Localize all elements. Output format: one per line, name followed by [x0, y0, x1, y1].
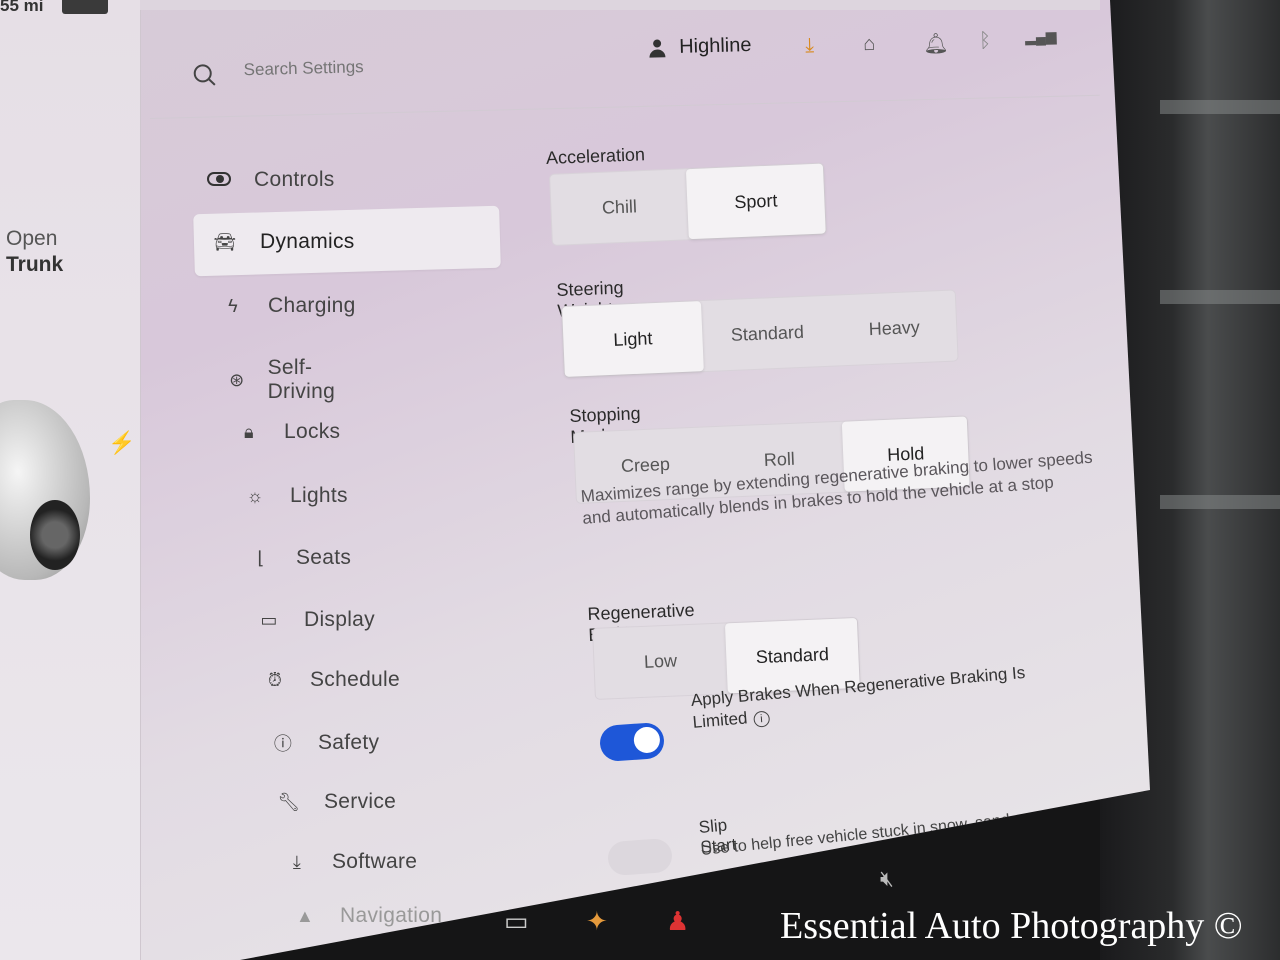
- acceleration-option-chill[interactable]: Chill: [550, 169, 689, 245]
- trim-stripe: [1160, 495, 1280, 509]
- search-icon[interactable]: [193, 64, 212, 83]
- person-icon: [649, 39, 665, 57]
- acceleration-selector: Chill Sport: [549, 162, 827, 246]
- nav-label: Software: [332, 850, 418, 873]
- steering-wheel-icon: ⊛: [229, 369, 245, 390]
- card-icon[interactable]: ▭: [504, 906, 529, 937]
- acceleration-option-sport[interactable]: Sport: [685, 163, 826, 240]
- display-icon: ▭: [260, 609, 278, 630]
- nav-label: Display: [304, 608, 375, 631]
- lte-signal-icon: ▂▄▆: [1024, 28, 1057, 45]
- vehicle-panel: 55 mi Open Trunk ⚡: [0, 0, 141, 960]
- nav-item-self-driving[interactable]: ⊛ Self-Driving: [228, 356, 343, 404]
- profile-name: Highline: [678, 34, 752, 58]
- steering-weight-selector: Light Standard Heavy: [561, 289, 959, 378]
- steering-option-standard[interactable]: Standard: [701, 296, 834, 371]
- info-icon[interactable]: i: [752, 710, 771, 728]
- trim-stripe: [1160, 100, 1280, 114]
- bell-icon[interactable]: 🔔︎: [923, 31, 949, 57]
- download-icon[interactable]: ⤓: [805, 34, 814, 57]
- apply-brakes-toggle[interactable]: [598, 721, 666, 763]
- joystick-icon[interactable]: ♟: [666, 906, 689, 937]
- range-readout: 55 mi: [0, 0, 44, 15]
- nav-item-display[interactable]: ▭ Display: [256, 608, 375, 632]
- profile-button[interactable]: Highline: [649, 34, 752, 60]
- car-wheel-image: [30, 500, 80, 570]
- games-icon[interactable]: ✦: [586, 906, 608, 937]
- slip-start-description: Use to help free vehicle stuck in snow, …: [700, 805, 1074, 859]
- toggle-knob: [633, 726, 661, 754]
- wrench-icon: 🔧︎: [277, 791, 301, 812]
- nav-label: Dynamics: [260, 230, 355, 253]
- toggle-icon: [206, 170, 232, 191]
- open-trunk-button[interactable]: Open Trunk: [6, 226, 63, 278]
- lock-icon: 🔒︎: [244, 421, 254, 442]
- nav-item-safety[interactable]: ⓘ Safety: [270, 730, 379, 756]
- nav-item-schedule[interactable]: ⏰︎ Schedule: [262, 668, 400, 692]
- settings-header: Highline ⤓ ⌂ 🔔︎ ᛒ ▂▄▆: [140, 0, 1103, 118]
- car-icon: 🚘︎: [213, 231, 237, 252]
- nav-item-dynamics[interactable]: 🚘︎ Dynamics: [212, 230, 355, 254]
- garage-icon[interactable]: ⌂: [863, 33, 876, 56]
- clock-icon: ⏰︎: [267, 669, 283, 690]
- nav-label: Locks: [284, 420, 341, 443]
- section-title-acceleration: Acceleration: [545, 144, 646, 168]
- bolt-icon: ϟ: [228, 295, 238, 316]
- steering-option-heavy[interactable]: Heavy: [831, 291, 958, 366]
- nav-label: Controls: [254, 168, 335, 191]
- open-trunk-label-2: Trunk: [6, 253, 64, 276]
- nav-label: Seats: [296, 546, 352, 569]
- nav-item-controls[interactable]: Controls: [206, 168, 335, 192]
- trim-stripe: [1160, 290, 1280, 304]
- nav-item-lights[interactable]: ☼ Lights: [242, 484, 348, 508]
- nav-label: Charging: [268, 294, 356, 317]
- nav-item-charging[interactable]: ϟ Charging: [220, 294, 356, 318]
- watermark: Essential Auto Photography ©: [780, 905, 1243, 947]
- nav-item-seats[interactable]: ⌊ Seats: [248, 546, 351, 570]
- nav-label: Schedule: [310, 668, 400, 691]
- download-icon: ⤓: [292, 851, 302, 872]
- touchscreen: 55 mi Open Trunk ⚡ Highline ⤓ ⌂ 🔔︎ ᛒ ▂▄▆…: [0, 0, 1150, 960]
- nav-label: Navigation: [340, 904, 443, 927]
- bluetooth-icon[interactable]: ᛒ: [979, 30, 992, 53]
- alert-icon: ⓘ: [273, 734, 293, 754]
- sun-icon: ☼: [246, 485, 264, 506]
- search-input[interactable]: [241, 51, 546, 82]
- navigation-icon: ▲: [295, 905, 315, 926]
- open-trunk-label-1: Open: [6, 227, 58, 250]
- nav-item-service[interactable]: 🔧︎ Service: [276, 790, 396, 814]
- nav-label: Self-Driving: [267, 356, 336, 403]
- seat-icon: ⌊: [257, 547, 265, 568]
- nav-label: Service: [324, 790, 397, 813]
- nav-item-software[interactable]: ⤓ Software: [284, 850, 417, 874]
- charging-bolt-icon: ⚡: [108, 430, 136, 455]
- volume-mute-icon[interactable]: 🔇︎: [880, 866, 894, 892]
- battery-icon: [62, 0, 108, 14]
- slip-start-toggle[interactable]: [606, 837, 674, 877]
- nav-item-locks[interactable]: 🔒︎ Locks: [236, 420, 340, 444]
- nav-label: Safety: [318, 731, 380, 754]
- nav-label: Lights: [290, 484, 348, 507]
- nav-item-navigation[interactable]: ▲ Navigation: [292, 904, 442, 928]
- steering-option-light[interactable]: Light: [562, 301, 704, 377]
